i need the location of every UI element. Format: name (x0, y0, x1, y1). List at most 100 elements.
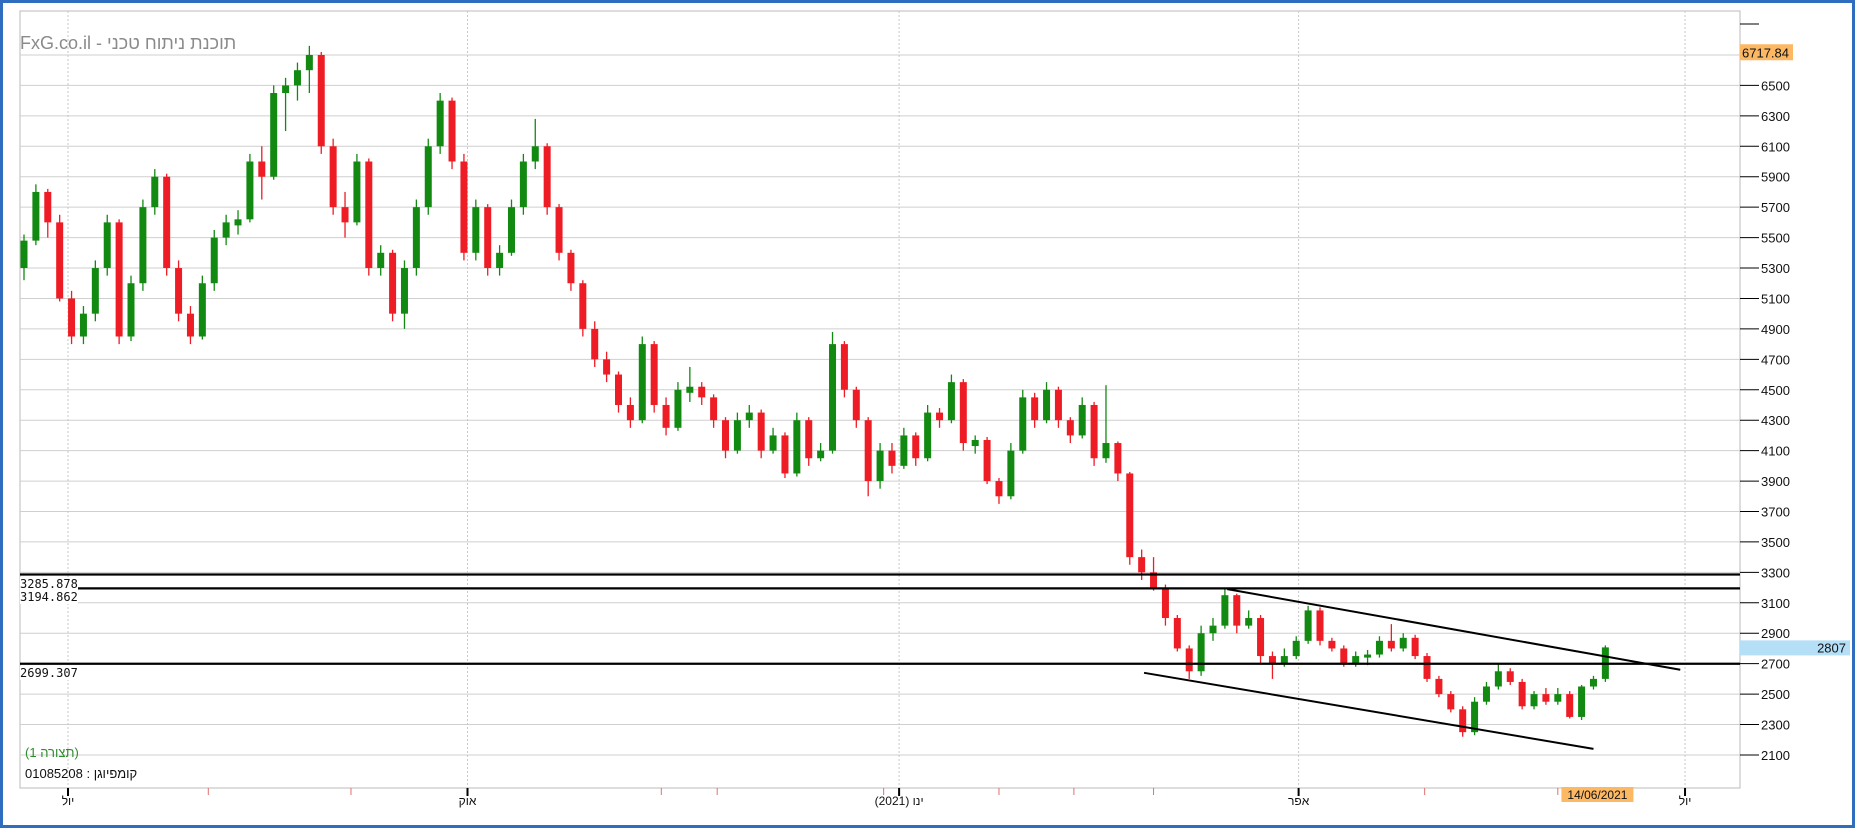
candle-up (282, 85, 290, 94)
y-tick-label: 2100 (1761, 748, 1790, 763)
y-tick-label: 2500 (1761, 687, 1790, 702)
candle-up (400, 268, 408, 314)
candle-up (412, 207, 420, 269)
candle-down (1054, 389, 1062, 421)
candle-down (1518, 681, 1526, 707)
candle-up (305, 54, 313, 71)
y-tick-label: 4700 (1761, 352, 1790, 367)
candle-down (650, 344, 658, 405)
candle-up (1304, 610, 1312, 641)
candle-down (840, 344, 848, 390)
y-tick-label: 4100 (1761, 444, 1790, 459)
y-tick-label: 3500 (1761, 535, 1790, 550)
candle-up (151, 176, 159, 208)
candle-down (805, 420, 813, 459)
y-tick-label: 4300 (1761, 413, 1790, 428)
candle-up (1530, 694, 1538, 707)
candle-up (353, 161, 361, 223)
candle-down (1173, 618, 1181, 649)
candle-up (127, 283, 135, 337)
candle-down (698, 386, 706, 398)
candle-down (1316, 610, 1324, 641)
candle-up (198, 283, 206, 337)
candle-up (222, 222, 230, 238)
candle-up (1482, 686, 1490, 702)
candle-up (377, 252, 385, 269)
x-tick-label: ינו (2021) (875, 794, 924, 808)
candle-down (163, 176, 171, 269)
candle-up (686, 386, 694, 393)
candle-down (1506, 671, 1514, 682)
y-tick-label: 5900 (1761, 170, 1790, 185)
candle-down (936, 412, 944, 421)
candle-up (1043, 389, 1051, 421)
candle-down (579, 283, 587, 329)
candle-down (317, 54, 325, 147)
candle-down (1447, 694, 1455, 710)
candle-up (531, 146, 539, 162)
y-tick-label: 6500 (1761, 78, 1790, 93)
candle-down (1090, 404, 1098, 459)
candle-up (1399, 637, 1407, 649)
candle-up (1494, 671, 1502, 687)
candle-down (1542, 694, 1550, 702)
y-tick-label: 5300 (1761, 261, 1790, 276)
candle-down (888, 450, 896, 466)
candle-down (959, 382, 967, 444)
chart-title: FxG.co.il - תוכנת ניתוח טכני (20, 33, 237, 53)
y-tick-label: 5700 (1761, 200, 1790, 215)
last-high-marker-label: 6717.84 (1742, 45, 1789, 60)
candle-down (1340, 648, 1348, 664)
candle-up (472, 207, 480, 253)
candle-up (32, 191, 40, 241)
candle-up (733, 420, 741, 451)
candle-up (507, 207, 515, 253)
candle-down (722, 420, 730, 451)
candle-up (1078, 404, 1086, 436)
candle-down (1114, 443, 1122, 474)
candle-up (210, 237, 218, 284)
candle-down (1031, 397, 1039, 421)
candle-down (603, 359, 611, 375)
y-tick-label: 2900 (1761, 626, 1790, 641)
candle-down (460, 161, 468, 253)
candle-down (186, 313, 194, 337)
candle-down (781, 435, 789, 474)
candle-up (1589, 678, 1597, 687)
candle-down (662, 404, 670, 428)
candle-down (864, 420, 872, 482)
candle-down (1138, 557, 1146, 573)
y-tick-label: 2700 (1761, 657, 1790, 672)
candlestick-chart[interactable]: 2100 2300 2500 2700 2900 3100 3300 3500 3700 3900… (0, 0, 1855, 828)
candle-up (1578, 686, 1586, 717)
candle-down (1423, 656, 1431, 679)
candle-down (591, 328, 599, 360)
candle-down (995, 481, 1003, 497)
candle-up (1007, 450, 1015, 497)
candle-down (983, 439, 991, 482)
candle-up (900, 435, 908, 466)
symbol-label: 01085208 : קומפיוגן (25, 766, 138, 781)
candle-up (1375, 640, 1383, 655)
candle-down (115, 222, 123, 337)
y-tick-label: 3300 (1761, 565, 1790, 580)
candle-up (234, 219, 242, 226)
candle-down (1459, 709, 1467, 733)
candle-down (555, 207, 563, 253)
candle-up (246, 161, 254, 220)
candle-down (389, 252, 397, 314)
candle-down (567, 252, 575, 284)
candle-up (1019, 397, 1027, 451)
candle-down (1066, 420, 1074, 436)
candle-up (103, 222, 111, 269)
candle-down (1328, 640, 1336, 649)
candle-down (1126, 473, 1134, 558)
candle-up (924, 412, 932, 459)
y-tick-label: 5500 (1761, 231, 1790, 246)
candle-down (852, 389, 860, 421)
candle-up (496, 252, 504, 269)
candle-up (1364, 654, 1372, 658)
candle-up (971, 439, 979, 447)
candle-up (1197, 633, 1205, 672)
candle-up (745, 412, 753, 421)
